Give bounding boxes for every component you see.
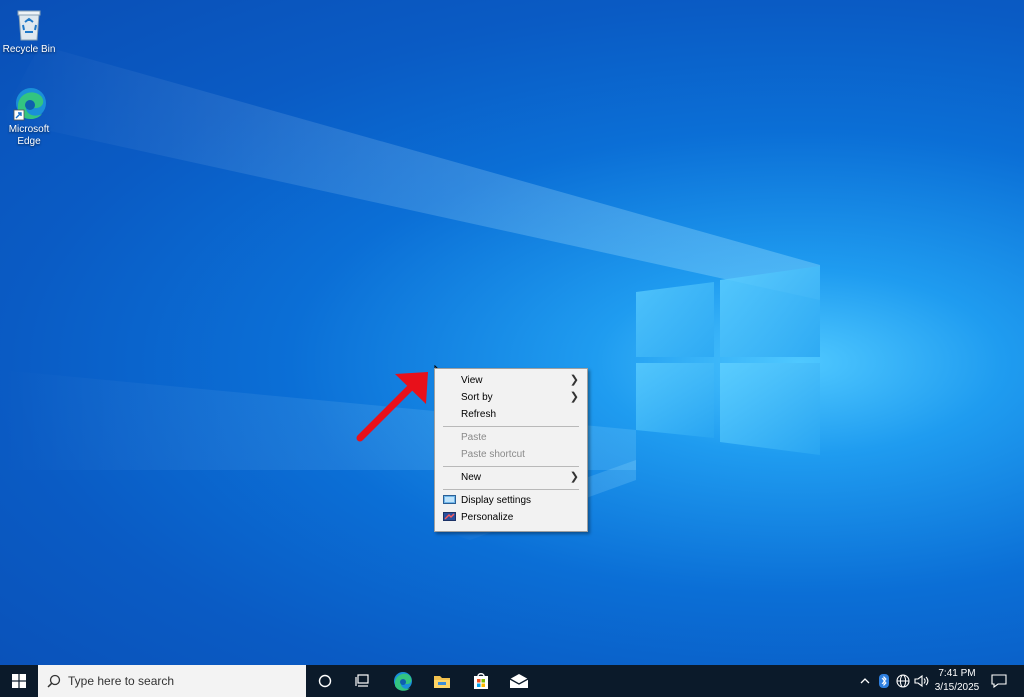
bluetooth-icon [879,674,889,688]
cortana-icon [318,674,332,688]
desktop-icon-recycle-bin[interactable]: Recycle Bin [0,6,58,56]
recycle-bin-icon [17,10,41,41]
menu-item-view[interactable]: View ❯ [435,372,587,389]
desktop-icon-microsoft-edge[interactable]: Microsoft Edge [0,86,58,148]
taskbar-search-box[interactable]: Type here to search [38,665,306,697]
edge-icon [13,88,46,121]
menu-item-display-settings[interactable]: Display settings [435,492,587,509]
desktop-icon-label: Microsoft Edge [8,124,50,147]
menu-item-sort-by[interactable]: Sort by ❯ [435,389,587,406]
menu-separator [443,466,579,467]
wallpaper-beams [0,45,820,540]
taskbar-mail-button[interactable] [504,665,534,697]
menu-item-new[interactable]: New ❯ [435,469,587,486]
action-center-button[interactable] [984,665,1014,697]
menu-item-refresh[interactable]: Refresh [435,406,587,423]
clock-time: 7:41 PM [938,668,976,679]
mail-icon [509,674,529,688]
globe-icon [896,674,910,688]
desktop-context-menu: View ❯ Sort by ❯ Refresh Paste Paste sho… [434,368,588,532]
chevron-right-icon: ❯ [569,374,579,386]
volume-tray-button[interactable] [913,665,931,697]
display-icon [443,495,456,504]
chevron-up-icon [860,678,870,684]
taskbar-file-explorer-button[interactable] [427,665,457,697]
speaker-icon [914,674,929,688]
windows-logo-icon [12,674,26,688]
network-tray-button[interactable] [894,665,912,697]
cortana-button[interactable] [310,665,340,697]
clock-date: 3/15/2025 [934,682,980,693]
bluetooth-tray-button[interactable] [876,665,892,697]
menu-item-paste[interactable]: Paste [435,429,587,446]
annotation-arrow-icon [356,372,428,442]
task-view-icon [355,674,369,687]
menu-item-personalize[interactable]: Personalize [435,509,587,526]
chevron-right-icon: ❯ [569,391,579,403]
menu-separator [443,489,579,490]
desktop-icon-label: Recycle Bin [2,44,56,55]
show-hidden-icons-button[interactable] [856,665,874,697]
menu-separator [443,426,579,427]
file-explorer-icon [434,676,450,688]
task-view-button[interactable] [348,665,378,697]
taskbar-edge-button[interactable] [388,665,418,697]
taskbar: Type here to search 7:41 PM 3/15/2025 [0,665,1024,697]
menu-item-paste-shortcut[interactable]: Paste shortcut [435,446,587,463]
clock-button[interactable]: 7:41 PM 3/15/2025 [932,665,982,697]
taskbar-store-button[interactable] [466,665,496,697]
chevron-right-icon: ❯ [569,471,579,483]
store-icon [474,673,488,689]
start-button[interactable] [0,665,38,697]
personalize-icon [443,512,456,521]
search-icon [47,674,61,688]
search-placeholder: Type here to search [68,674,175,688]
edge-icon [394,672,412,691]
notification-icon [991,674,1007,688]
